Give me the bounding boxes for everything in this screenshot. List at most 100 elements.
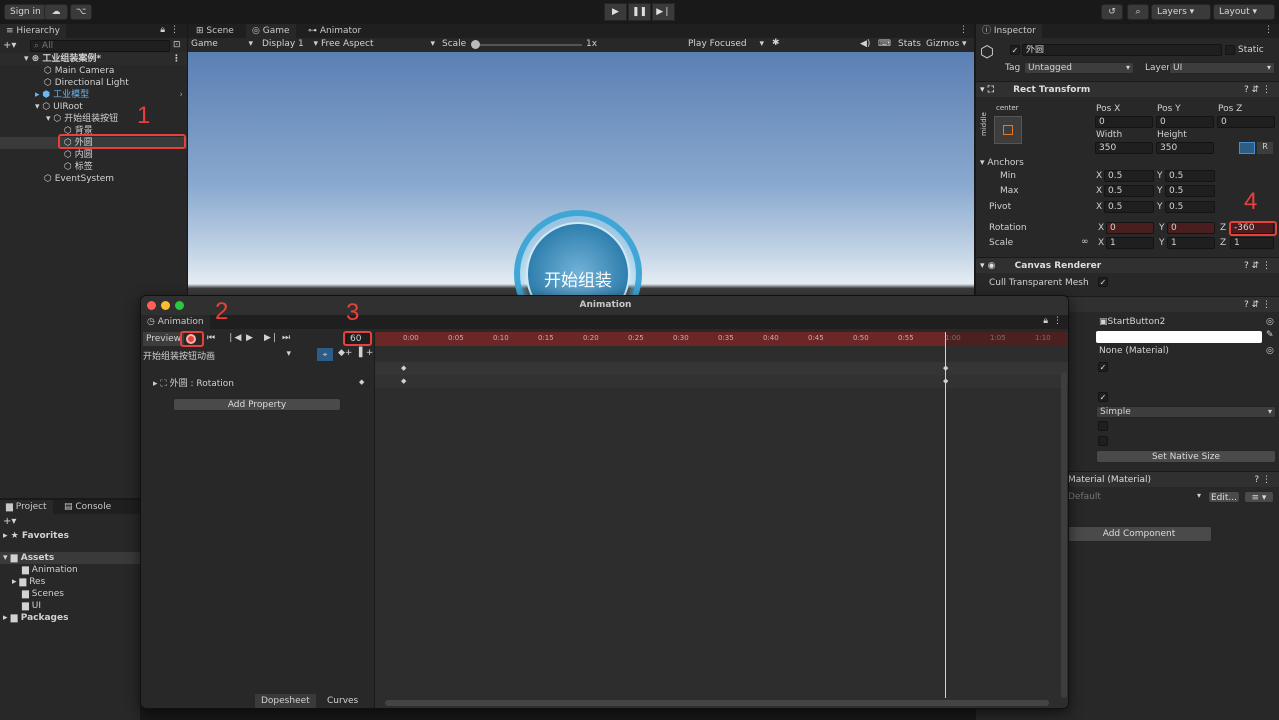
- timeline-area[interactable]: ◆ ◆ ◆ ◆: [374, 332, 1068, 708]
- scale-slider-handle[interactable]: [471, 40, 480, 49]
- property-keyframe-icon[interactable]: ◆: [359, 378, 364, 386]
- playhead[interactable]: [945, 332, 946, 698]
- add-icon[interactable]: +▾: [3, 40, 16, 51]
- play-icon[interactable]: ▶: [246, 333, 253, 343]
- scale-y-field[interactable]: 1: [1167, 237, 1215, 249]
- layers-dropdown[interactable]: Layers ▾: [1151, 4, 1211, 20]
- search-icon[interactable]: ⌕: [1127, 4, 1149, 20]
- name-field[interactable]: 外圆: [1022, 44, 1222, 56]
- tab-animation[interactable]: ◷ Animation: [141, 315, 210, 329]
- assets-row[interactable]: ▾ ▆ Assets: [0, 552, 140, 564]
- folder-ui[interactable]: ▆ UI: [22, 600, 41, 612]
- shader-dropdown[interactable]: [1068, 491, 1204, 503]
- preserve-aspect-checkbox[interactable]: [1098, 421, 1108, 431]
- add-property-button[interactable]: Add Property: [173, 398, 341, 411]
- color-field[interactable]: [1096, 331, 1262, 343]
- height-field[interactable]: 350: [1156, 142, 1214, 154]
- anchor-preset-button[interactable]: [994, 116, 1022, 144]
- rotation-x-field[interactable]: 0: [1106, 222, 1154, 234]
- width-field[interactable]: 350: [1095, 142, 1153, 154]
- folder-scenes[interactable]: ▆ Scenes: [22, 588, 64, 600]
- add-icon[interactable]: +▾: [3, 516, 16, 527]
- rotation-y-field[interactable]: 0: [1167, 222, 1215, 234]
- start-button-label[interactable]: 开始组装: [538, 266, 618, 291]
- menu-icon[interactable]: ⋮: [1053, 316, 1062, 326]
- history-icon[interactable]: ↺: [1101, 4, 1123, 20]
- favorites-row[interactable]: ▸ ★ Favorites: [3, 530, 69, 542]
- collab-icon[interactable]: ⌥: [70, 4, 92, 20]
- hierarchy-item-main-camera[interactable]: ⬡ Main Camera: [44, 65, 114, 77]
- keyframe-start-summary[interactable]: ◆: [401, 364, 406, 372]
- hierarchy-item-start-button[interactable]: ▾ ⬡ 开始组装按钮: [46, 113, 118, 125]
- property-row[interactable]: ▸ ⛶ 外圆 : Rotation: [153, 376, 234, 389]
- display-dropdown[interactable]: Display 1 ▾: [262, 39, 318, 49]
- edit-shader-button[interactable]: Edit...: [1208, 491, 1240, 503]
- eyedropper-icon[interactable]: ✎: [1266, 330, 1274, 340]
- material-field[interactable]: None (Material): [1096, 346, 1266, 358]
- pos-x-field[interactable]: 0: [1095, 116, 1153, 128]
- vertical-scrollbar[interactable]: [1061, 372, 1067, 698]
- clip-dropdown[interactable]: 开始组装按钮动画 ▾: [143, 349, 291, 362]
- pos-z-field[interactable]: 0: [1217, 116, 1275, 128]
- lock-icon[interactable]: 🔒︎: [160, 25, 165, 35]
- hierarchy-item-inner-circle[interactable]: ⬡ 内圆: [64, 149, 93, 161]
- menu-icon[interactable]: ⋮: [170, 25, 179, 35]
- scale-z-field[interactable]: 1: [1230, 237, 1274, 249]
- pivot-x-field[interactable]: 0.5: [1104, 201, 1154, 213]
- scene-row[interactable]: ▾ ⊛ 工业组装案例* ⋮: [0, 53, 187, 65]
- dopesheet-tab[interactable]: Dopesheet: [255, 694, 316, 708]
- tab-project[interactable]: ▆ Project: [0, 500, 53, 514]
- prev-keyframe-icon[interactable]: ❘◀: [227, 333, 241, 343]
- aspect-dropdown[interactable]: Free Aspect ▾: [321, 39, 435, 49]
- horizontal-scrollbar[interactable]: [385, 700, 1049, 706]
- image-type-dropdown[interactable]: Simple: [1096, 406, 1276, 418]
- tab-animator[interactable]: ⊶ Animator: [302, 24, 367, 38]
- tab-scene[interactable]: ⊞ Scene: [190, 24, 240, 38]
- scale-slider[interactable]: [472, 44, 582, 46]
- raw-edit-button[interactable]: R: [1257, 142, 1273, 154]
- chevron-right-icon[interactable]: ›: [179, 89, 183, 101]
- gizmos-dropdown[interactable]: Gizmos ▾: [926, 39, 967, 49]
- audio-icon[interactable]: ◀): [860, 39, 870, 49]
- sign-in-button[interactable]: Sign in: [4, 4, 47, 20]
- game-mode-dropdown[interactable]: Game ▾: [191, 39, 253, 49]
- blueprint-mode-button[interactable]: [1239, 142, 1255, 154]
- tab-console[interactable]: ▤ Console: [58, 500, 117, 514]
- canvas-renderer-header[interactable]: ▾ ◉ Canvas Renderer? ⇵ ⋮: [976, 257, 1279, 273]
- object-picker-icon[interactable]: ◎: [1266, 346, 1274, 356]
- step-button[interactable]: ▶❘: [652, 3, 675, 21]
- next-keyframe-icon[interactable]: ▶❘: [264, 333, 278, 343]
- pause-button[interactable]: ❚❚: [628, 3, 651, 21]
- preview-toggle[interactable]: Preview: [143, 332, 185, 346]
- anchors-foldout[interactable]: ▾ Anchors: [980, 158, 1024, 168]
- anchor-max-x-field[interactable]: 0.5: [1104, 185, 1154, 197]
- search-filter-icon[interactable]: ⊡: [173, 40, 181, 50]
- static-checkbox[interactable]: [1225, 45, 1235, 55]
- stats-toggle[interactable]: Stats: [898, 39, 921, 49]
- last-keyframe-icon[interactable]: ⏭: [282, 333, 290, 343]
- hierarchy-search-input[interactable]: ⌕ All: [30, 40, 170, 52]
- play-button[interactable]: ▶: [604, 3, 627, 21]
- maskable-checkbox[interactable]: ✓: [1098, 392, 1108, 402]
- component-menu-icons[interactable]: ? ⋮: [1254, 472, 1271, 488]
- anchor-min-y-field[interactable]: 0.5: [1165, 170, 1215, 182]
- curves-tab[interactable]: Curves: [321, 694, 364, 708]
- mesh-checkbox[interactable]: [1098, 436, 1108, 446]
- source-image-field[interactable]: ▣StartButton2: [1096, 317, 1266, 329]
- set-native-size-button[interactable]: Set Native Size: [1096, 450, 1276, 463]
- component-menu-icons[interactable]: ? ⇵ ⋮: [1244, 82, 1271, 98]
- cull-checkbox[interactable]: ✓: [1098, 277, 1108, 287]
- add-event-icon[interactable]: ▌+: [359, 348, 373, 358]
- first-keyframe-icon[interactable]: ⏮: [207, 333, 215, 343]
- pos-y-field[interactable]: 0: [1156, 116, 1214, 128]
- lock-icon[interactable]: 🔒︎: [1043, 316, 1048, 326]
- keyboard-icon[interactable]: ⌨: [878, 39, 891, 49]
- pivot-y-field[interactable]: 0.5: [1165, 201, 1215, 213]
- scene-menu-icon[interactable]: ⋮: [172, 53, 181, 65]
- menu-icon[interactable]: ⋮: [1264, 25, 1273, 35]
- hierarchy-item-uiroot[interactable]: ▾ ⬡ UIRoot: [35, 101, 83, 113]
- packages-row[interactable]: ▸ ▆ Packages: [3, 612, 68, 624]
- hierarchy-item-label[interactable]: ⬡ 标签: [64, 161, 93, 173]
- active-checkbox[interactable]: ✓: [1010, 45, 1020, 55]
- raycast-target-checkbox[interactable]: ✓: [1098, 362, 1108, 372]
